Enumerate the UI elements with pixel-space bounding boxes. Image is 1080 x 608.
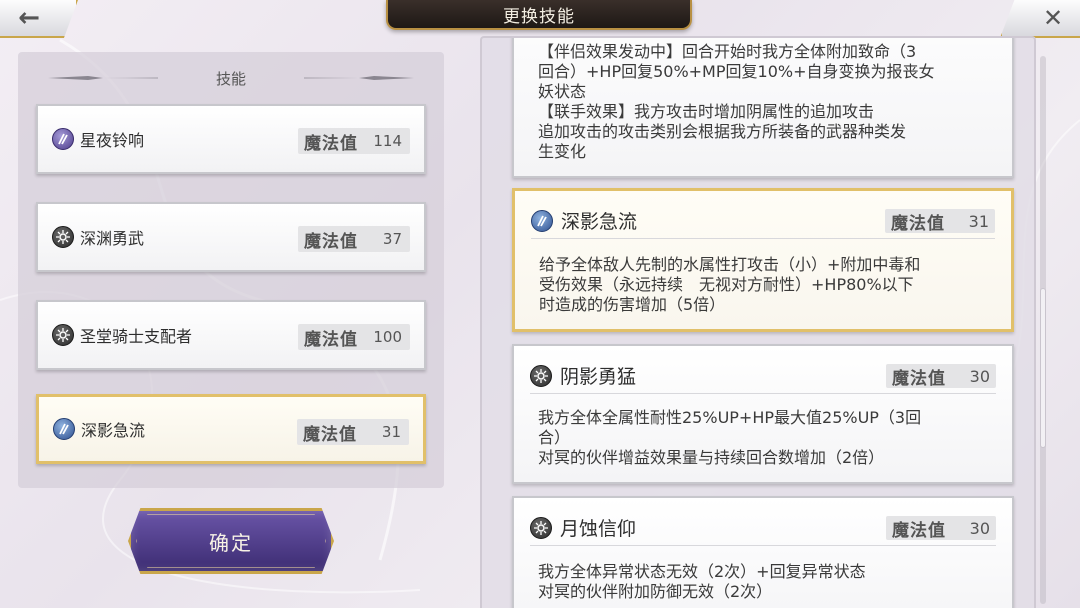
skill-card-header: 月蚀信仰 魔法值 30 xyxy=(530,510,996,546)
page-title-text: 更换技能 xyxy=(503,6,575,27)
gear-skill-icon xyxy=(52,324,74,346)
skill-card[interactable]: 月蚀信仰 魔法值 30 我方全体异常状态无效（2次）+回复异常状态 对冥的伙伴附… xyxy=(512,496,1014,608)
gear-skill-icon xyxy=(530,516,552,539)
magic-skill-icon xyxy=(531,209,553,232)
mp-label: 魔法值 xyxy=(892,520,946,541)
close-button[interactable]: ✕ xyxy=(1000,0,1080,38)
mp-cost-box: 魔法值 31 xyxy=(297,419,409,445)
skill-options-list[interactable]: 【伴侣效果发动中】回合开始时我方全体附加致命（3 回合）+HP回复50%+MP回… xyxy=(480,36,1036,608)
skill-name: 阴影勇猛 xyxy=(560,366,637,388)
mp-label: 魔法值 xyxy=(303,424,357,445)
skill-slot-name: 深影急流 xyxy=(81,421,146,440)
mp-cost-box: 魔法值 100 xyxy=(298,324,410,350)
mp-value: 31 xyxy=(968,211,989,231)
mp-value: 114 xyxy=(373,132,402,150)
mp-cost-box: 魔法值 30 xyxy=(886,516,996,541)
skill-card[interactable]: 阴影勇猛 魔法值 30 我方全体全属性耐性25%UP+HP最大值25%UP（3回… xyxy=(512,344,1014,484)
skill-slot-4-selected[interactable]: 深影急流 魔法值 31 xyxy=(36,394,426,464)
mp-value: 30 xyxy=(969,518,990,538)
mp-value: 30 xyxy=(969,366,990,386)
gear-skill-icon xyxy=(52,226,74,248)
confirm-button-label: 确定 xyxy=(209,530,253,555)
skill-description: 【伴侣效果发动中】回合开始时我方全体附加致命（3 回合）+HP回复50%+MP回… xyxy=(538,42,935,161)
gear-skill-icon xyxy=(530,364,552,387)
skill-card-partial[interactable]: 【伴侣效果发动中】回合开始时我方全体附加致命（3 回合）+HP回复50%+MP回… xyxy=(512,38,1014,178)
header-ornament-right xyxy=(304,76,414,80)
mp-cost-box: 魔法值 31 xyxy=(885,209,995,234)
skill-name: 月蚀信仰 xyxy=(560,518,637,540)
skill-slot-name: 圣堂骑士支配者 xyxy=(80,327,193,346)
magic-skill-icon xyxy=(53,418,75,440)
skill-description: 我方全体全属性耐性25%UP+HP最大值25%UP（3回 合） 对冥的伙伴增益效… xyxy=(538,408,922,467)
mp-value: 31 xyxy=(381,423,401,441)
confirm-button[interactable]: 确定 xyxy=(128,508,334,574)
skill-name: 深影急流 xyxy=(561,211,638,233)
back-button[interactable]: ← xyxy=(0,0,78,38)
skill-slot-name: 深渊勇武 xyxy=(80,229,145,248)
mp-cost-box: 魔法值 30 xyxy=(886,364,996,389)
skill-card-header: 阴影勇猛 魔法值 30 xyxy=(530,358,996,394)
close-icon: ✕ xyxy=(1042,4,1064,32)
skill-card-header: 深影急流 魔法值 31 xyxy=(531,203,995,239)
equipped-skills-panel: 技能 星夜铃响 魔法值 114 深渊勇武 魔法值 37 圣堂骑士支配者 魔法值 … xyxy=(18,52,444,488)
skill-slot-2[interactable]: 深渊勇武 魔法值 37 xyxy=(36,202,426,272)
page-title: 更换技能 xyxy=(386,0,692,30)
skill-card-selected[interactable]: 深影急流 魔法值 31 给予全体敌人先制的水属性打攻击（小）+附加中毒和 受伤效… xyxy=(512,188,1014,332)
mp-value: 37 xyxy=(382,230,402,248)
mp-cost-box: 魔法值 114 xyxy=(298,128,410,154)
magic-skill-icon xyxy=(52,128,74,150)
mp-label: 魔法值 xyxy=(304,329,358,350)
skill-slot-name: 星夜铃响 xyxy=(80,131,145,150)
scrollbar-thumb[interactable] xyxy=(1040,288,1046,448)
skill-slot-1[interactable]: 星夜铃响 魔法值 114 xyxy=(36,104,426,174)
mp-label: 魔法值 xyxy=(892,368,946,389)
mp-label: 魔法值 xyxy=(304,231,358,252)
skill-description: 我方全体异常状态无效（2次）+回复异常状态 对冥的伙伴附加防御无效（2次） xyxy=(538,562,866,601)
mp-label: 魔法值 xyxy=(304,133,358,154)
mp-value: 100 xyxy=(373,328,402,346)
skill-slot-3[interactable]: 圣堂骑士支配者 魔法值 100 xyxy=(36,300,426,370)
mp-label: 魔法值 xyxy=(891,213,945,234)
mp-cost-box: 魔法值 37 xyxy=(298,226,410,252)
skill-description: 给予全体敌人先制的水属性打攻击（小）+附加中毒和 受伤效果（永远持续 无视对方耐… xyxy=(539,255,921,314)
back-arrow-icon: ← xyxy=(18,3,40,33)
